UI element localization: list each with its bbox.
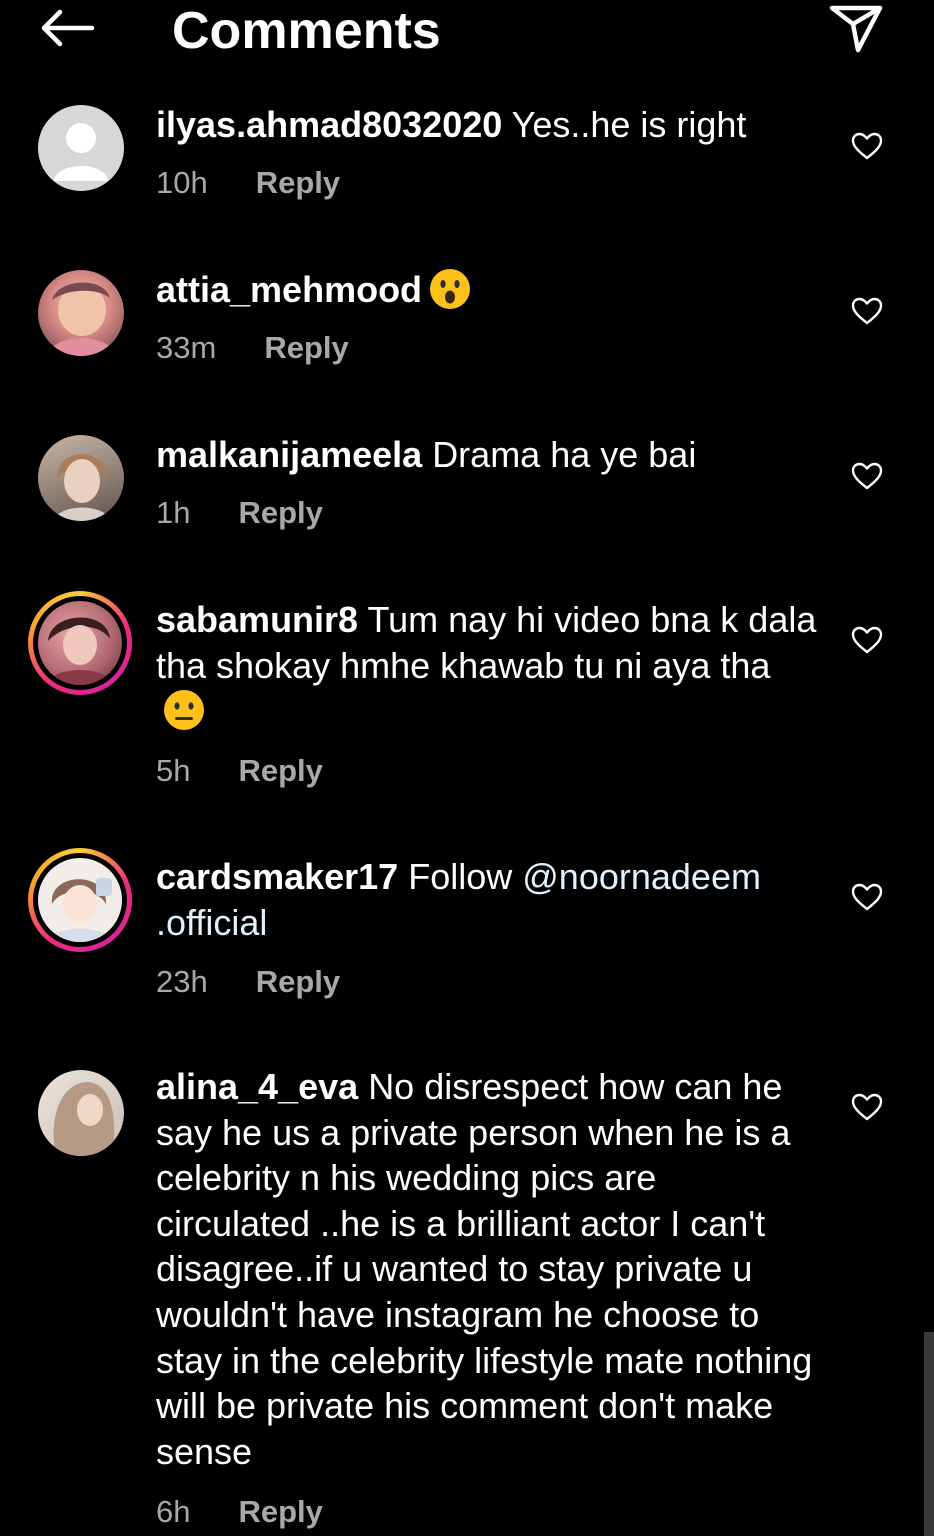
comment-text: alina_4_eva No disrespect how can he say… <box>156 1064 820 1474</box>
profile-photo <box>54 454 110 521</box>
avatar[interactable] <box>38 435 124 521</box>
back-button[interactable] <box>36 6 96 50</box>
comment-time: 23h <box>156 964 208 999</box>
comment-text: sabamunir8 Tum nay hi video bna k dala t… <box>156 597 820 734</box>
heart-icon[interactable] <box>850 296 884 326</box>
comment-time: 5h <box>156 753 191 788</box>
heart-icon[interactable] <box>850 1092 884 1122</box>
reply-button[interactable]: Reply <box>256 165 340 200</box>
heart-icon[interactable] <box>850 882 884 912</box>
comment-text: attia_mehmood <box>156 267 820 313</box>
send-icon <box>829 5 883 53</box>
profile-photo <box>38 858 122 942</box>
comment-meta: 5h Reply <box>156 753 323 789</box>
comment-meta: 1h Reply <box>156 495 323 531</box>
comment-time: 1h <box>156 495 191 530</box>
comment-meta: 6h Reply <box>156 1494 323 1530</box>
default-avatar-icon <box>54 123 108 181</box>
heart-icon[interactable] <box>850 461 884 491</box>
comment-text: ilyas.ahmad8032020 Yes..he is right <box>156 102 820 148</box>
comment-username[interactable]: alina_4_eva <box>156 1066 358 1107</box>
astonished-face-emoji <box>430 269 471 309</box>
comment-body: Drama ha ye bai <box>432 434 697 475</box>
neutral-face-emoji <box>164 690 204 731</box>
comment-body: Follow <box>408 856 513 897</box>
profile-photo <box>53 1082 115 1156</box>
comment-text: malkanijameela Drama ha ye bai <box>156 432 820 478</box>
comment-username[interactable]: cardsmaker17 <box>156 856 398 897</box>
reply-button[interactable]: Reply <box>264 330 348 365</box>
comment-username[interactable]: ilyas.ahmad8032020 <box>156 104 502 145</box>
comment-time: 6h <box>156 1494 191 1529</box>
story-avatar[interactable] <box>28 848 132 952</box>
heart-icon[interactable] <box>850 131 884 161</box>
comment-text: cardsmaker17 Follow @noornadeem .officia… <box>156 854 820 945</box>
comment-body: No disrespect how can he say he us a pri… <box>156 1066 813 1472</box>
reply-button[interactable]: Reply <box>238 1494 322 1529</box>
heart-icon[interactable] <box>850 625 884 655</box>
page-title: Comments <box>172 2 441 60</box>
comment-time: 33m <box>156 330 217 365</box>
comment-username[interactable]: attia_mehmood <box>156 269 422 310</box>
profile-photo <box>48 282 116 356</box>
comment-meta: 10h Reply <box>156 165 340 201</box>
comment-body: Yes..he is right <box>511 104 747 145</box>
share-button[interactable] <box>826 2 886 54</box>
avatar-ring-gap <box>33 853 127 947</box>
comment-meta: 33m Reply <box>156 330 349 366</box>
avatar[interactable] <box>38 105 124 191</box>
profile-photo <box>38 601 122 685</box>
comment-time: 10h <box>156 165 208 200</box>
avatar[interactable] <box>38 1070 124 1156</box>
comment-meta: 23h Reply <box>156 964 340 1000</box>
scrollbar[interactable] <box>924 1332 934 1536</box>
avatar[interactable] <box>38 270 124 356</box>
reply-button[interactable]: Reply <box>256 964 340 999</box>
comments-header: Comments <box>0 0 934 70</box>
comment-username[interactable]: sabamunir8 <box>156 599 358 640</box>
reply-button[interactable]: Reply <box>238 753 322 788</box>
story-avatar[interactable] <box>28 591 132 695</box>
reply-button[interactable]: Reply <box>238 495 322 530</box>
avatar-ring-gap <box>33 596 127 690</box>
comment-username[interactable]: malkanijameela <box>156 434 422 475</box>
arrow-left-icon <box>41 9 95 47</box>
